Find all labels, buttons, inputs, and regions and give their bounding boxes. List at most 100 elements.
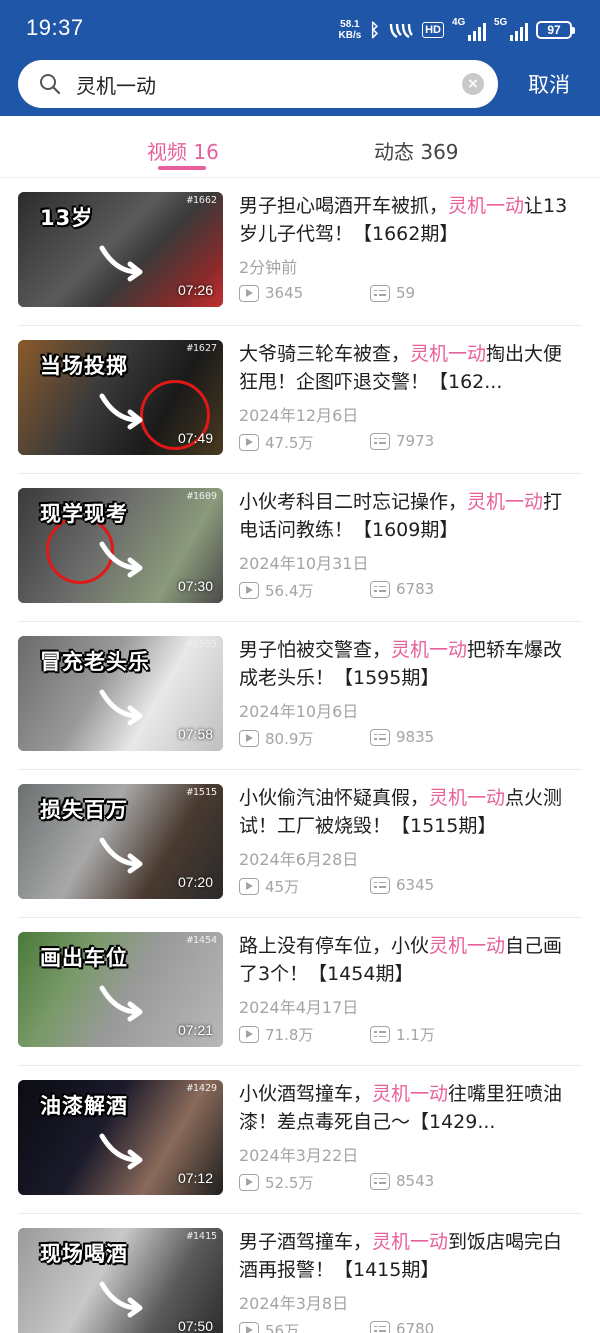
video-title-text: 男子怕被交警查， [239, 639, 392, 661]
video-title-text: 小伙酒驾撞车， [239, 1083, 373, 1105]
search-input[interactable]: 灵机一动 × [18, 60, 498, 108]
danmaku-count-value: 9835 [396, 728, 435, 746]
danmaku-count-value: 6780 [396, 1320, 435, 1333]
thumbnail-issue-number: #1595 [186, 639, 217, 650]
video-date: 2024年10月6日 [239, 702, 359, 721]
video-list-item[interactable]: 画出车位 #1454 07:21 路上没有停车位，小伙灵机一动自己画了3个！【1… [0, 918, 600, 1066]
status-bar: 19:37 58.1 KB/s ᛒ HD 4G 5G 97 [0, 0, 600, 60]
play-count-value: 3645 [265, 284, 304, 302]
keyword-highlight: 灵机一动 [372, 1231, 449, 1253]
video-stats: 3645 59 [239, 284, 579, 306]
video-list-item[interactable]: 冒充老头乐 #1595 07:58 男子怕被交警查，灵机一动把轿车爆改成老头乐！… [0, 622, 600, 770]
video-thumbnail[interactable]: 油漆解酒 #1429 07:12 [18, 1080, 223, 1195]
video-title[interactable]: 小伙酒驾撞车，灵机一动往嘴里狂喷油漆！差点毒死自己～【1429... [239, 1080, 575, 1136]
video-title-text: 小伙偷汽油怀疑真假， [239, 787, 430, 809]
video-duration: 07:58 [177, 726, 213, 742]
video-thumbnail[interactable]: 冒充老头乐 #1595 07:58 [18, 636, 223, 751]
signal-4g-label: 4G [452, 17, 466, 28]
arrow-icon [99, 541, 143, 578]
video-duration: 07:26 [177, 282, 213, 298]
danmaku-count: 6345 [370, 876, 434, 894]
net-speed: 58.1 KB/s [339, 19, 362, 41]
video-list-item[interactable]: 13岁 #1662 07:26 男子担心喝酒开车被抓，灵机一动让13岁儿子代驾！… [0, 178, 600, 326]
play-count-value: 45万 [265, 878, 300, 896]
tab-dynamics[interactable]: 动态 369 [374, 136, 459, 165]
danmaku-icon [370, 1320, 390, 1333]
thumbnail-issue-number: #1515 [186, 787, 217, 798]
video-thumbnail[interactable]: 现学现考 #1609 07:30 [18, 488, 223, 603]
video-thumbnail[interactable]: 画出车位 #1454 07:21 [18, 932, 223, 1047]
play-count-icon [239, 1026, 259, 1043]
video-title[interactable]: 大爷骑三轮车被查，灵机一动掏出大便狂甩！企图吓退交警！【162... [239, 340, 575, 396]
search-icon [40, 74, 61, 95]
bluetooth-icon: ᛒ [369, 19, 381, 41]
danmaku-icon [370, 876, 390, 894]
thumbnail-caption: 当场投掷 [40, 354, 128, 378]
video-title[interactable]: 男子怕被交警查，灵机一动把轿车爆改成老头乐！【1595期】 [239, 636, 575, 692]
app-header: 19:37 58.1 KB/s ᛒ HD 4G 5G 97 灵机一动 × 取消 [0, 0, 600, 116]
thumbnail-caption: 冒充老头乐 [40, 650, 150, 674]
keyword-highlight: 灵机一动 [448, 195, 525, 217]
video-list-item[interactable]: 损失百万 #1515 07:20 小伙偷汽油怀疑真假，灵机一动点火测试！工厂被烧… [0, 770, 600, 918]
video-stats: 71.8万 1.1万 [239, 1024, 579, 1046]
video-title[interactable]: 小伙考科目二时忘记操作，灵机一动打电话问教练！【1609期】 [239, 488, 575, 544]
keyword-highlight: 灵机一动 [391, 639, 468, 661]
video-title-text: 男子酒驾撞车， [239, 1231, 373, 1253]
video-list-item[interactable]: 现学现考 #1609 07:30 小伙考科目二时忘记操作，灵机一动打电话问教练！… [0, 474, 600, 622]
keyword-highlight: 灵机一动 [429, 935, 506, 957]
play-count: 3645 [239, 284, 303, 302]
video-thumbnail[interactable]: 13岁 #1662 07:26 [18, 192, 223, 307]
video-title[interactable]: 男子担心喝酒开车被抓，灵机一动让13岁儿子代驾！【1662期】 [239, 192, 575, 248]
video-duration: 07:21 [177, 1022, 213, 1038]
thumbnail-issue-number: #1662 [186, 195, 217, 206]
thumbnail-issue-number: #1609 [186, 491, 217, 502]
active-tab-indicator [158, 166, 206, 170]
search-row: 灵机一动 × 取消 [0, 60, 600, 110]
video-list-item[interactable]: 油漆解酒 #1429 07:12 小伙酒驾撞车，灵机一动往嘴里狂喷油漆！差点毒死… [0, 1066, 600, 1214]
cancel-button[interactable]: 取消 [528, 69, 570, 99]
video-thumbnail[interactable]: 现场喝酒 #1415 07:50 [18, 1228, 223, 1333]
danmaku-count-value: 1.1万 [396, 1026, 435, 1044]
video-list-item[interactable]: 现场喝酒 #1415 07:50 男子酒驾撞车，灵机一动到饭店喝完白酒再报警！【… [0, 1214, 600, 1333]
battery-level: 97 [547, 23, 561, 37]
play-count-icon [239, 1174, 259, 1191]
clear-search-icon[interactable]: × [462, 73, 484, 95]
battery-icon: 97 [536, 21, 575, 39]
video-thumbnail[interactable]: 损失百万 #1515 07:20 [18, 784, 223, 899]
tab-videos[interactable]: 视频 16 [147, 136, 219, 165]
video-date: 2024年3月22日 [239, 1146, 359, 1165]
video-title[interactable]: 男子酒驾撞车，灵机一动到饭店喝完白酒再报警！【1415期】 [239, 1228, 575, 1284]
play-count: 56万 [239, 1320, 299, 1333]
play-count-value: 80.9万 [265, 730, 314, 748]
hd-badge: HD [422, 22, 444, 38]
thumbnail-caption: 画出车位 [40, 946, 128, 970]
video-stats: 80.9万 9835 [239, 728, 579, 750]
video-title-text: 小伙考科目二时忘记操作， [239, 491, 468, 513]
signal-5g-icon: 5G [494, 17, 528, 41]
keyword-highlight: 灵机一动 [429, 787, 506, 809]
signal-4g-icon: 4G [452, 17, 486, 41]
play-count: 80.9万 [239, 728, 313, 749]
danmaku-count-value: 7973 [396, 432, 435, 450]
video-duration: 07:12 [177, 1170, 213, 1186]
video-thumbnail[interactable]: 当场投掷 #1627 07:49 [18, 340, 223, 455]
danmaku-count: 6780 [370, 1320, 434, 1333]
play-count-value: 71.8万 [265, 1026, 314, 1044]
video-list-item[interactable]: 当场投掷 #1627 07:49 大爷骑三轮车被查，灵机一动掏出大便狂甩！企图吓… [0, 326, 600, 474]
danmaku-count: 1.1万 [370, 1024, 435, 1045]
danmaku-count: 9835 [370, 728, 434, 746]
search-query-text[interactable]: 灵机一动 [76, 70, 156, 99]
play-count-icon [239, 582, 259, 599]
danmaku-icon [370, 580, 390, 598]
video-title[interactable]: 小伙偷汽油怀疑真假，灵机一动点火测试！工厂被烧毁！【1515期】 [239, 784, 575, 840]
thumbnail-caption: 现学现考 [40, 502, 128, 526]
net-speed-unit: KB/s [338, 30, 362, 41]
play-count-icon [239, 1322, 259, 1333]
video-title[interactable]: 路上没有停车位，小伙灵机一动自己画了3个！【1454期】 [239, 932, 575, 988]
thumbnail-caption: 损失百万 [40, 798, 128, 822]
danmaku-count: 59 [370, 284, 415, 302]
play-count: 56.4万 [239, 580, 313, 601]
play-count: 52.5万 [239, 1172, 313, 1193]
thumbnail-caption: 现场喝酒 [40, 1242, 128, 1266]
danmaku-count-value: 6783 [396, 580, 435, 598]
